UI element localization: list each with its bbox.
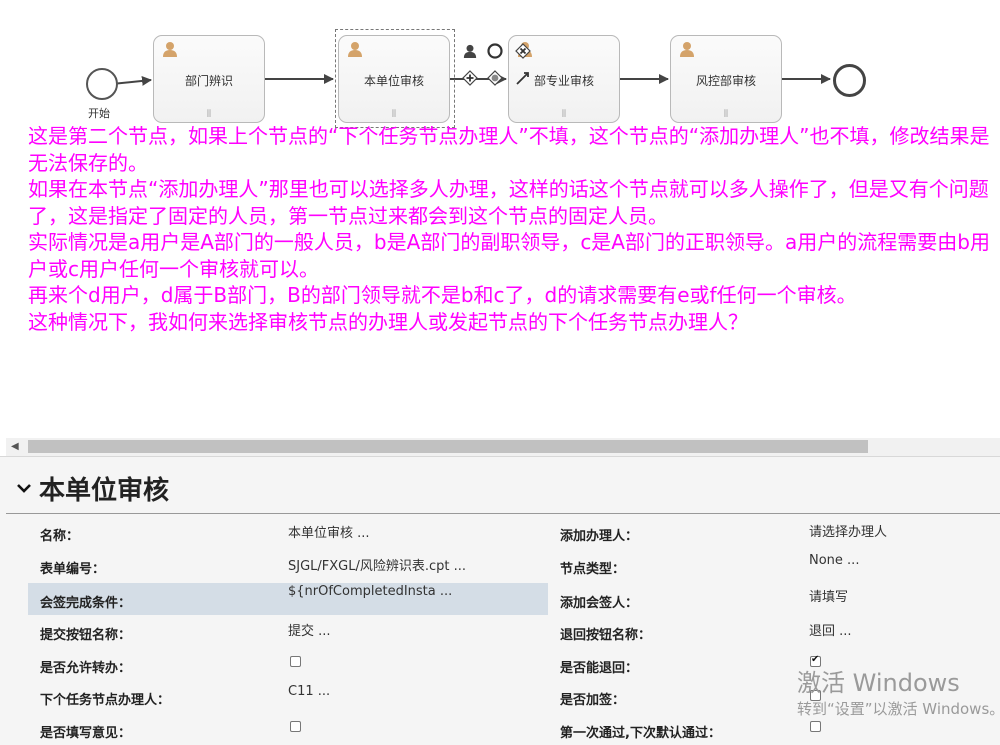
prop-label: 第一次通过,下次默认通过： bbox=[560, 726, 721, 741]
prop-label: 名称： bbox=[40, 529, 80, 544]
prop-row-add-countersigner[interactable]: 添加会签人： 请填写 bbox=[548, 583, 1000, 615]
prop-label: 是否加签： bbox=[560, 693, 626, 708]
prop-value[interactable]: 请选择办理人 bbox=[809, 521, 887, 540]
task-label: 风控部审核 bbox=[695, 74, 756, 88]
allow-transfer-checkbox[interactable] bbox=[290, 656, 301, 667]
start-event-label: 开始 bbox=[88, 107, 110, 120]
task-t4[interactable]: 风控部审核 ⫴ bbox=[670, 35, 782, 123]
prop-value[interactable]: ${nrOfCompletedInsta ... bbox=[288, 584, 452, 599]
watermark-line-1: 激活 Windows bbox=[797, 669, 960, 697]
can-return-checkbox[interactable] bbox=[810, 654, 821, 667]
prop-label: 提交按钮名称： bbox=[40, 628, 132, 643]
add-parallel-gateway-icon[interactable] bbox=[462, 70, 478, 86]
prop-value[interactable]: 本单位审核 ... bbox=[288, 522, 370, 541]
prop-label: 添加会签人： bbox=[560, 596, 639, 611]
prop-label: 会签完成条件： bbox=[40, 596, 132, 611]
user-task-icon bbox=[680, 42, 694, 57]
prop-value[interactable]: 提交 ... bbox=[288, 620, 331, 639]
prop-row-add-assignee[interactable]: 添加办理人： 请选择办理人 bbox=[548, 516, 1000, 548]
add-user-task-icon[interactable] bbox=[462, 43, 478, 59]
properties-title: 本单位审核 bbox=[39, 475, 170, 506]
prop-label: 是否允许转办： bbox=[40, 661, 132, 676]
prop-row-completion-condition[interactable]: 会签完成条件： ${nrOfCompletedInsta ... bbox=[28, 583, 548, 615]
watermark-line-2: 转到“设置”以激活 Windows。 bbox=[797, 700, 1000, 718]
note-paragraph-1: 这是第二个节点，如果上个节点的“下个任务节点办理人”不填，这个节点的“添加办理人… bbox=[28, 124, 990, 175]
multi-instance-icon: ⫴ bbox=[723, 109, 729, 120]
add-event-gateway-icon[interactable] bbox=[487, 70, 503, 86]
prop-row-allow-transfer[interactable]: 是否允许转办： bbox=[28, 648, 548, 680]
connect-flow-icon[interactable] bbox=[515, 70, 531, 86]
prop-value[interactable]: C11 ... bbox=[288, 684, 330, 699]
selection-box bbox=[335, 29, 455, 128]
multi-instance-icon: ⫴ bbox=[206, 109, 212, 120]
prop-label: 是否填写意见： bbox=[40, 726, 132, 741]
add-exclusive-gateway-icon[interactable] bbox=[515, 43, 531, 59]
start-event[interactable] bbox=[86, 68, 118, 100]
annotation-note: 这是第二个节点，如果上个节点的“下个任务节点办理人”不填，这个节点的“添加办理人… bbox=[28, 123, 1000, 335]
prop-label: 添加办理人： bbox=[560, 529, 639, 544]
windows-activation-watermark: 激活 Windows 转到“设置”以激活 Windows。 bbox=[797, 668, 1000, 720]
note-paragraph-3: 实际情况是a用户是A部门的一般人员，b是A部门的副职领导，c是A部门的正职领导。… bbox=[28, 230, 990, 281]
process-diagram-canvas[interactable]: 开始 部门辨识 ⫴ 本单位审核 ⫴ 部专业审核 ⫴ 风控部审核 ⫴ 这是第二个节… bbox=[6, 0, 1000, 438]
note-paragraph-4: 再来个d用户，d属于B部门，B的部门领导就不是b和c了，d的请求需要有e或f任何… bbox=[28, 283, 857, 307]
prop-row-name[interactable]: 名称： 本单位审核 ... bbox=[28, 516, 548, 548]
scroll-left-icon[interactable]: ◀ bbox=[11, 441, 19, 452]
note-paragraph-6: 这种情况下，我如何来选择审核节点的办理人或发起节点的下个任务节点办理人？ bbox=[28, 309, 748, 334]
horizontal-scrollbar[interactable]: ◀ bbox=[6, 438, 1000, 456]
prop-label: 下个任务节点办理人： bbox=[40, 693, 171, 708]
chevron-down-icon[interactable] bbox=[15, 479, 33, 497]
user-task-icon bbox=[163, 42, 177, 57]
prop-value[interactable]: SJGL/FXGL/风险辨识表.cpt ... bbox=[288, 555, 466, 574]
prop-row-node-type[interactable]: 节点类型： None ... bbox=[548, 549, 1000, 581]
prop-row-fill-opinion[interactable]: 是否填写意见： bbox=[28, 713, 548, 745]
prop-row-submit-label[interactable]: 提交按钮名称： 提交 ... bbox=[28, 615, 548, 647]
end-event[interactable] bbox=[833, 64, 866, 97]
divider bbox=[6, 513, 1000, 514]
multi-instance-icon: ⫴ bbox=[561, 109, 567, 120]
prop-value[interactable]: 请填写 bbox=[809, 586, 848, 605]
task-t1[interactable]: 部门辨识 ⫴ bbox=[153, 35, 265, 123]
prop-value[interactable]: 退回 ... bbox=[809, 620, 852, 639]
note-paragraph-2: 如果在本节点“添加办理人”那里也可以选择多人办理，这样的话这个节点就可以多人操作… bbox=[28, 177, 989, 228]
prop-row-next-assignee[interactable]: 下个任务节点办理人： C11 ... bbox=[28, 680, 548, 712]
add-end-event-icon[interactable] bbox=[487, 43, 503, 59]
scrollbar-thumb[interactable] bbox=[28, 440, 868, 453]
default-pass-checkbox[interactable] bbox=[810, 721, 821, 732]
task-label: 部门辨识 bbox=[184, 74, 233, 88]
prop-label: 表单编号： bbox=[40, 562, 106, 577]
prop-value[interactable]: None ... bbox=[809, 553, 859, 568]
prop-label: 退回按钮名称： bbox=[560, 628, 652, 643]
properties-header[interactable]: 本单位审核 bbox=[15, 471, 170, 506]
prop-row-return-label[interactable]: 退回按钮名称： 退回 ... bbox=[548, 615, 1000, 647]
fill-opinion-checkbox[interactable] bbox=[290, 721, 301, 732]
prop-row-form-key[interactable]: 表单编号： SJGL/FXGL/风险辨识表.cpt ... bbox=[28, 549, 548, 581]
prop-label: 是否能退回： bbox=[560, 661, 639, 676]
prop-label: 节点类型： bbox=[560, 562, 626, 577]
